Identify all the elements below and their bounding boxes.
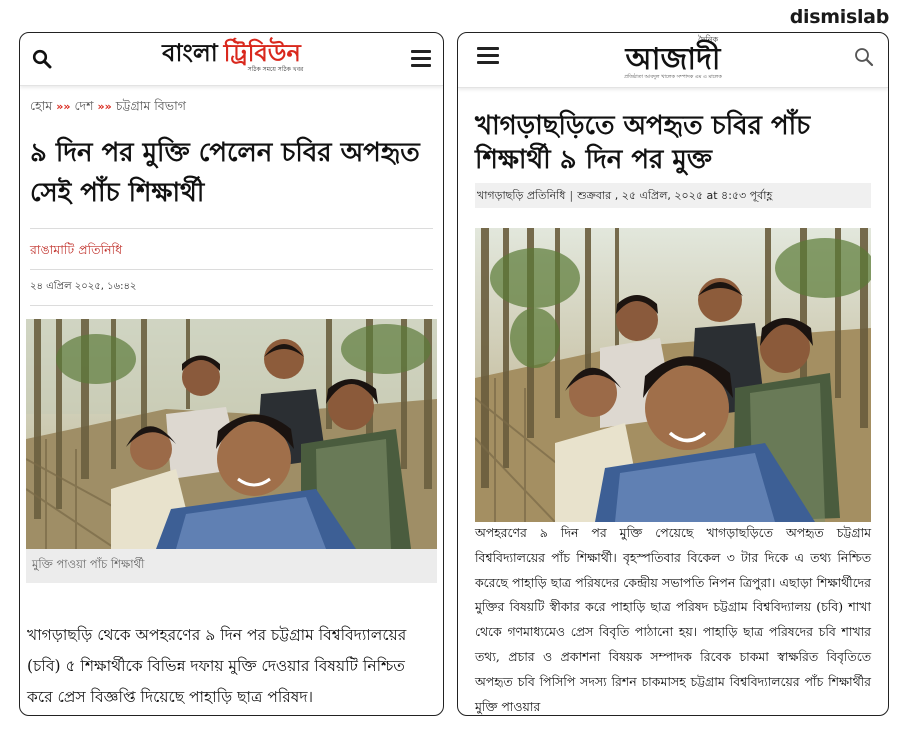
breadcrumb-separator: » bbox=[97, 100, 105, 113]
article-body: খাগড়াছড়ি থেকে অপহরণের ৯ দিন পর চট্টগ্র… bbox=[27, 626, 407, 706]
article-author[interactable]: খাগড়াছড়ি প্রতিনিধি bbox=[477, 189, 565, 202]
logo-text-part1: বাংলা bbox=[162, 38, 218, 67]
breadcrumb: হোম»» দেশ»» চট্টগ্রাম বিভাগ bbox=[30, 98, 186, 118]
photo-caption: মুক্তি পাওয়া পাঁচ শিক্ষার্থী bbox=[26, 549, 437, 583]
left-phone-screenshot: বাংলা ট্রিবিউন সঠিক সময়ে সঠিক খবর হোম»» দ… bbox=[19, 32, 444, 716]
right-phone-screenshot: দৈনিক আজাদী প্রতিষ্ঠাতা আবদুল খালেক সম্প… bbox=[457, 32, 889, 716]
meta-separator: | bbox=[569, 189, 574, 202]
article-meta: খাগড়াছড়ি প্রতিনিধি | শুক্রবার , ২৫ এপ্রি… bbox=[475, 183, 871, 208]
site-logo[interactable]: বাংলা ট্রিবিউন সঠিক সময়ে সঠিক খবর bbox=[20, 39, 443, 75]
breadcrumb-separator: » bbox=[104, 100, 112, 113]
divider bbox=[30, 305, 433, 306]
breadcrumb-division[interactable]: চট্টগ্রাম বিভাগ bbox=[116, 98, 186, 113]
logo-text: আজাদী bbox=[625, 42, 721, 77]
site-logo[interactable]: দৈনিক আজাদী প্রতিষ্ঠাতা আবদুল খালেক সম্প… bbox=[458, 35, 888, 82]
hamburger-menu-icon[interactable] bbox=[411, 50, 431, 71]
dismislab-logo: dismislab bbox=[789, 6, 890, 28]
article-headline: খাগড়াছড়িতে অপহৃত চবির পাঁচ শিক্ষার্থী … bbox=[475, 111, 811, 175]
breadcrumb-country[interactable]: দেশ bbox=[74, 98, 93, 113]
divider bbox=[30, 269, 433, 270]
article-body: অপহরণের ৯ দিন পর মুক্তি পেয়েছে খাগড়াছড… bbox=[475, 525, 871, 714]
article-photo bbox=[475, 228, 871, 522]
breadcrumb-separator: » bbox=[63, 100, 71, 113]
article-date: ২৪ এপ্রিল ২০২৫, ১৬:৪২ bbox=[30, 281, 137, 292]
article-photo bbox=[26, 319, 437, 549]
article-author[interactable]: রাঙামাটি প্রতিনিধি bbox=[30, 242, 122, 262]
logo-tagline: প্রতিষ্ঠাতা আবদুল খালেক সম্পাদক এম এ মাল… bbox=[624, 74, 722, 80]
site-header: দৈনিক আজাদী প্রতিষ্ঠাতা আবদুল খালেক সম্প… bbox=[458, 33, 888, 88]
article-headline: ৯ দিন পর মুক্তি পেলেন চবির অপহৃত সেই পাঁ… bbox=[30, 138, 420, 208]
search-icon[interactable] bbox=[854, 47, 874, 67]
article-date: শুক্রবার , ২৫ এপ্রিল, ২০২৫ at ৪:৫৩ পূর্ব… bbox=[577, 189, 773, 202]
divider bbox=[30, 228, 433, 229]
breadcrumb-home[interactable]: হোম bbox=[30, 98, 52, 113]
site-header: বাংলা ট্রিবিউন সঠিক সময়ে সঠিক খবর bbox=[20, 33, 443, 86]
logo-text-part2: ট্রিবিউন bbox=[223, 38, 301, 67]
